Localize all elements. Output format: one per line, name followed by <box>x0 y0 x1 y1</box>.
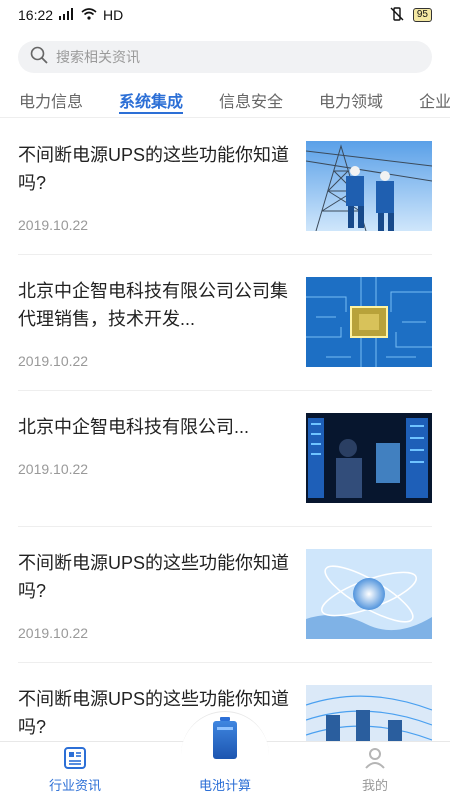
search-input[interactable] <box>56 49 396 65</box>
news-item[interactable]: 北京中企智电科技有限公司公司集代理销售，技术开发... 2019.10.22 <box>18 255 432 391</box>
news-thumbnail-globe-network <box>306 549 432 639</box>
news-item[interactable]: 不间断电源UPS的这些功能你知道吗? 2019.10.22 <box>18 527 432 663</box>
search-icon <box>30 46 48 69</box>
profile-icon <box>362 745 388 771</box>
news-title: 不间断电源UPS的这些功能你知道吗? <box>18 145 290 193</box>
news-thumbnail-circuit-chip <box>306 277 432 367</box>
wifi-icon <box>81 7 97 23</box>
nav-industry-news[interactable]: 行业资讯 <box>15 741 135 800</box>
news-thumbnail-power-line-workers <box>306 141 432 231</box>
news-date: 2019.10.22 <box>18 625 89 641</box>
news-thumbnail-server-room-engineer <box>306 413 432 503</box>
status-left: 16:22 HD <box>18 7 123 23</box>
news-title: 北京中企智电科技有限公司公司集代理销售，技术开发... <box>18 281 288 329</box>
battery-icon[interactable] <box>211 717 239 761</box>
nav-label: 行业资讯 <box>48 778 101 793</box>
status-time: 16:22 <box>18 7 54 23</box>
tab-power-field[interactable]: 电力领域 <box>319 82 383 117</box>
battery-indicator: 95 <box>412 8 432 22</box>
nav-label: 电池计算 <box>198 778 251 793</box>
vibrate-icon <box>389 6 405 24</box>
tab-info-security[interactable]: 信息安全 <box>219 82 283 117</box>
news-icon <box>62 745 88 771</box>
tab-system-integration[interactable]: 系统集成 <box>119 82 184 117</box>
search-bar[interactable] <box>18 41 432 73</box>
news-date: 2019.10.22 <box>18 353 89 369</box>
news-date: 2019.10.22 <box>18 461 89 477</box>
network-label: HD <box>103 7 124 23</box>
status-bar: 16:22 HD 95 <box>0 0 450 30</box>
nav-profile[interactable]: 我的 <box>315 741 435 800</box>
tab-power-info[interactable]: 电力信息 <box>19 82 83 117</box>
category-tabs: 电力信息 系统集成 信息安全 电力领域 企业 <box>0 82 450 118</box>
news-date: 2019.10.22 <box>18 217 89 233</box>
news-thumbnail-data-servers <box>306 685 432 741</box>
news-title: 不间断电源UPS的这些功能你知道吗? <box>18 553 290 601</box>
news-title: 北京中企智电科技有限公司... <box>18 417 250 437</box>
signal-icon <box>59 7 75 23</box>
tab-enterprise[interactable]: 企业 <box>419 82 450 117</box>
nav-label: 我的 <box>361 778 388 793</box>
news-item[interactable]: 北京中企智电科技有限公司... 2019.10.22 <box>18 391 432 527</box>
status-right: 95 <box>389 6 432 24</box>
news-item[interactable]: 不间断电源UPS的这些功能你知道吗? 2019.10.22 <box>18 119 432 255</box>
news-list: 不间断电源UPS的这些功能你知道吗? 2019.10.22 北京中企智电科技有限… <box>0 119 450 741</box>
